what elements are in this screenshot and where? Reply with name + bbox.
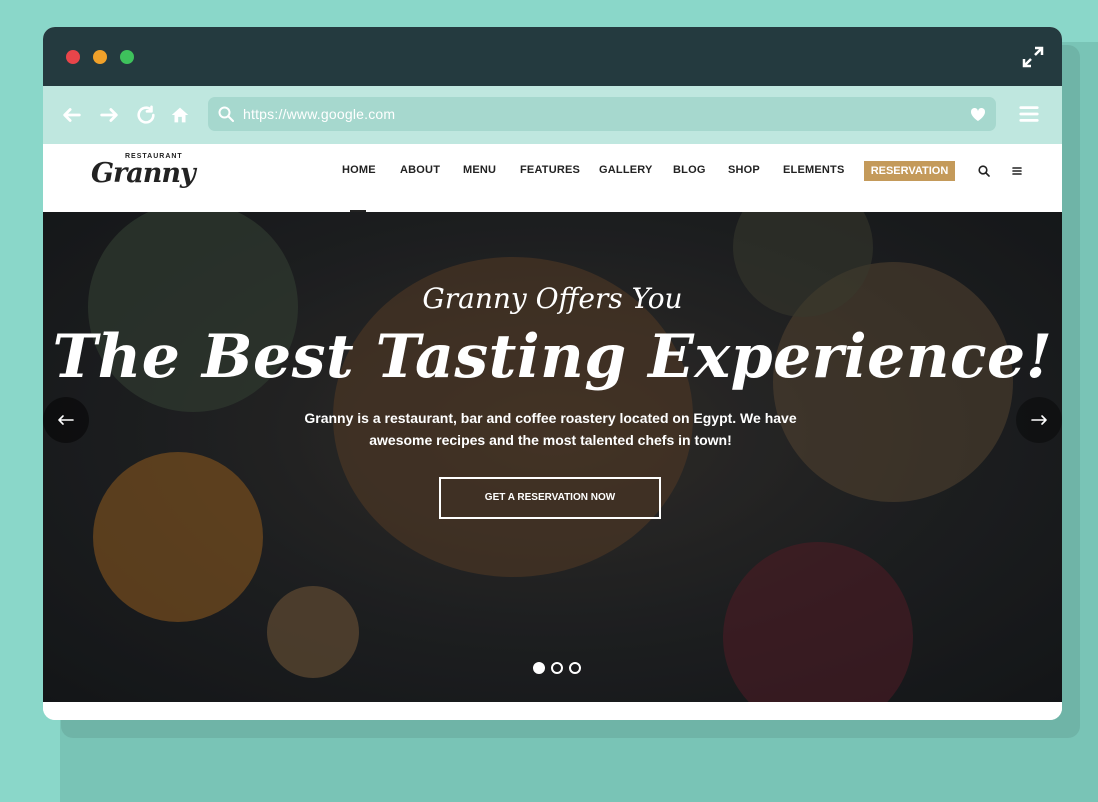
maximize-window-button[interactable] xyxy=(120,50,134,64)
slider-dot-1[interactable] xyxy=(533,662,545,674)
hero-slider: Granny Offers You The Best Tasting Exper… xyxy=(43,212,1062,702)
slider-next-button[interactable] xyxy=(1016,397,1062,443)
site-navbar: RESTAURANT Granny HOME ABOUT MENU FEATUR… xyxy=(43,144,1062,212)
reload-icon[interactable] xyxy=(135,104,157,126)
menu-icon[interactable] xyxy=(1018,103,1040,125)
reservation-button[interactable]: RESERVATION xyxy=(864,161,955,181)
site-logo[interactable]: RESTAURANT Granny xyxy=(91,153,196,203)
search-icon[interactable] xyxy=(978,165,990,177)
get-reservation-button[interactable]: GET A RESERVATION NOW xyxy=(439,477,661,519)
address-bar[interactable]: https://www.google.com xyxy=(208,97,996,131)
forward-arrow-icon[interactable] xyxy=(98,104,120,126)
nav-item-home[interactable]: HOME xyxy=(342,164,376,176)
titlebar xyxy=(43,27,1062,86)
search-icon xyxy=(218,106,234,122)
home-icon[interactable] xyxy=(169,104,191,126)
hamburger-icon[interactable] xyxy=(1012,166,1022,176)
slider-pagination xyxy=(533,662,583,674)
nav-item-about[interactable]: ABOUT xyxy=(400,164,440,176)
hero-subtitle: Granny Offers You xyxy=(422,282,683,315)
prev-arrow-icon xyxy=(58,415,74,425)
slider-dot-2[interactable] xyxy=(551,662,563,674)
slider-prev-button[interactable] xyxy=(43,397,89,443)
url-text[interactable]: https://www.google.com xyxy=(243,106,395,122)
expand-icon[interactable] xyxy=(1021,45,1045,69)
nav-item-features[interactable]: FEATURES xyxy=(520,164,580,176)
nav-item-menu[interactable]: MENU xyxy=(463,164,496,176)
hero-description: Granny is a restaurant, bar and coffee r… xyxy=(304,410,797,448)
next-arrow-icon xyxy=(1031,415,1047,425)
nav-item-blog[interactable]: BLOG xyxy=(673,164,706,176)
close-window-button[interactable] xyxy=(66,50,80,64)
slider-dot-3[interactable] xyxy=(569,662,581,674)
page-bottom-strip xyxy=(43,702,1062,720)
browser-toolbar: https://www.google.com xyxy=(43,86,1062,144)
logo-big-text: Granny xyxy=(91,158,196,189)
nav-item-shop[interactable]: SHOP xyxy=(728,164,760,176)
browser-window: https://www.google.com RESTAURANT Granny… xyxy=(43,27,1062,720)
hero-title: The Best Tasting Experience! xyxy=(52,322,1053,392)
back-arrow-icon[interactable] xyxy=(61,104,83,126)
nav-item-gallery[interactable]: GALLERY xyxy=(599,164,653,176)
heart-icon[interactable] xyxy=(970,107,986,122)
minimize-window-button[interactable] xyxy=(93,50,107,64)
nav-item-elements[interactable]: ELEMENTS xyxy=(783,164,845,176)
